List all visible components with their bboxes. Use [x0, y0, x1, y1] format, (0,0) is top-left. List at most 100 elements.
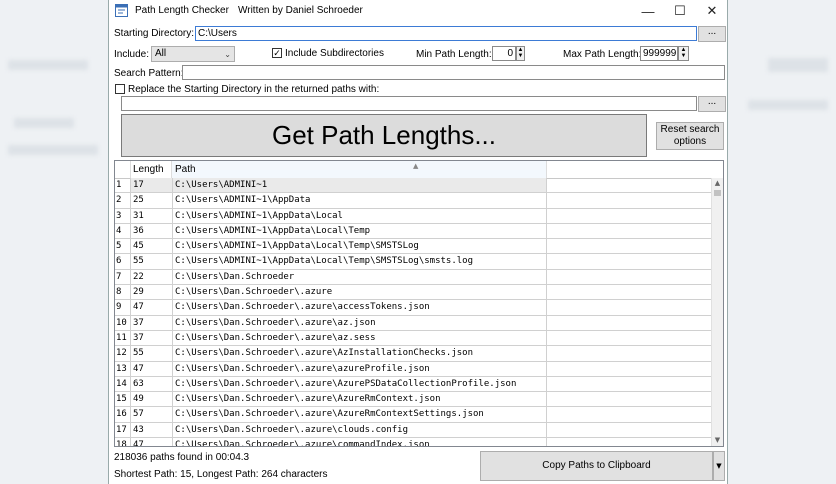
cell-path[interactable]: C:\Users\Dan.Schroeder\.azure\commandInd… [172, 438, 547, 446]
cell-path[interactable]: C:\Users\Dan.Schroeder\.azure\az.json [172, 315, 547, 330]
table-row[interactable]: 9 47 C:\Users\Dan.Schroeder\.azure\accessT… [115, 300, 712, 316]
blurred-line [8, 145, 98, 155]
cell-length[interactable]: 17 [130, 178, 172, 193]
cell-length[interactable]: 43 [130, 422, 172, 438]
row-number: 1 [116, 180, 122, 190]
table-row[interactable]: 18 47 C:\Users\Dan.Schroeder\.azure\comman… [115, 438, 712, 446]
cell-length[interactable]: 25 [130, 193, 172, 208]
cell-length[interactable]: 47 [130, 438, 172, 446]
max-path-length-spinner[interactable]: ▲ ▼ [678, 46, 689, 61]
results-grid[interactable]: Length ▲ Path 1 17 C:\Users\ADMINI~1 2 25 C:\… [114, 160, 724, 447]
min-path-length-spinner[interactable]: ▲ ▼ [516, 46, 525, 61]
cell-length[interactable]: 47 [130, 300, 172, 315]
cell-length[interactable]: 55 [130, 254, 172, 269]
cell-length[interactable]: 37 [130, 315, 172, 330]
search-pattern-input[interactable] [182, 65, 725, 80]
copy-options-dropdown[interactable]: ▼ [713, 451, 725, 481]
cell-length[interactable]: 55 [130, 346, 172, 361]
table-row[interactable]: 2 25 C:\Users\ADMINI~1\AppData [115, 193, 712, 209]
cell-path[interactable]: C:\Users\ADMINI~1 [172, 178, 547, 193]
reset-search-options-button[interactable]: Reset search options [656, 122, 724, 150]
scroll-down-icon[interactable]: ▼ [712, 435, 723, 446]
title-bar: Path Length Checker Written by Daniel Sc… [109, 0, 727, 22]
cell-path[interactable]: C:\Users\Dan.Schroeder\.azure [172, 285, 547, 300]
status-path-summary: Shortest Path: 15, Longest Path: 264 cha… [114, 469, 328, 480]
cell-path[interactable]: C:\Users\Dan.Schroeder\.azure\AzInstalla… [172, 346, 547, 361]
cell-path[interactable]: C:\Users\ADMINI~1\AppData\Local\Temp\SMS… [172, 254, 547, 269]
cell-length[interactable]: 36 [130, 223, 172, 239]
maximize-icon[interactable]: ☐ [664, 0, 696, 22]
column-header-path-label: Path [175, 164, 196, 175]
table-row[interactable]: 1 17 C:\Users\ADMINI~1 [115, 178, 712, 194]
copy-paths-button[interactable]: Copy Paths to Clipboard [480, 451, 713, 481]
blurred-line [768, 58, 828, 72]
min-path-length-input[interactable]: 0 [492, 46, 516, 61]
table-row[interactable]: 7 22 C:\Users\Dan.Schroeder [115, 269, 712, 286]
table-row[interactable]: 14 63 C:\Users\Dan.Schroeder\.azure\AzureP… [115, 376, 712, 393]
cell-path[interactable]: C:\Users\ADMINI~1\AppData\Local\Temp\SMS… [172, 239, 547, 254]
table-row[interactable]: 17 43 C:\Users\Dan.Schroeder\.azure\clouds… [115, 422, 712, 439]
table-row[interactable]: 6 55 C:\Users\ADMINI~1\AppData\Local\Temp\… [115, 254, 712, 270]
row-number: 11 [116, 332, 127, 343]
cell-length[interactable]: 45 [130, 239, 172, 254]
include-subdirectories-checkbox[interactable]: ✓ [272, 48, 282, 58]
table-row[interactable]: 15 49 C:\Users\Dan.Schroeder\.azure\AzureR… [115, 392, 712, 408]
row-number: 13 [116, 363, 127, 374]
row-number: 15 [116, 394, 127, 405]
include-select[interactable]: All ⌄ [151, 46, 235, 62]
row-number: 17 [116, 424, 127, 435]
table-row[interactable]: 3 31 C:\Users\ADMINI~1\AppData\Local [115, 208, 712, 224]
cell-path[interactable]: C:\Users\ADMINI~1\AppData\Local [172, 208, 547, 223]
column-header-path[interactable]: ▲ Path [172, 161, 547, 178]
cell-path[interactable]: C:\Users\Dan.Schroeder\.azure\accessToke… [172, 300, 547, 315]
cell-length[interactable]: 63 [130, 376, 172, 392]
include-subdirectories-label: Include Subdirectories [285, 48, 384, 59]
table-row[interactable]: 13 47 C:\Users\Dan.Schroeder\.azure\azureP… [115, 361, 712, 377]
starting-directory-input[interactable]: C:\Users [195, 26, 697, 41]
grid-vertical-scrollbar[interactable]: ▲ ▼ [711, 178, 723, 446]
cell-length[interactable]: 57 [130, 407, 172, 422]
cell-path[interactable]: C:\Users\Dan.Schroeder [172, 269, 547, 285]
replace-directory-browse-button[interactable]: ... [698, 96, 726, 112]
grid-corner[interactable] [115, 161, 131, 178]
starting-directory-browse-button[interactable]: ... [698, 26, 726, 42]
table-row[interactable]: 5 45 C:\Users\ADMINI~1\AppData\Local\Temp\… [115, 239, 712, 255]
row-number: 9 [116, 302, 122, 313]
max-path-length-label: Max Path Length: [563, 49, 642, 60]
cell-length[interactable]: 47 [130, 361, 172, 376]
cell-length[interactable]: 29 [130, 285, 172, 300]
cell-path[interactable]: C:\Users\Dan.Schroeder\.azure\azureProfi… [172, 361, 547, 376]
table-row[interactable]: 11 37 C:\Users\Dan.Schroeder\.azure\az.ses… [115, 330, 712, 347]
cell-length[interactable]: 37 [130, 330, 172, 346]
cell-length[interactable]: 22 [130, 269, 172, 285]
cell-path[interactable]: C:\Users\Dan.Schroeder\.azure\AzureRmCon… [172, 392, 547, 407]
scroll-up-icon[interactable]: ▲ [712, 178, 723, 189]
cell-path[interactable]: C:\Users\Dan.Schroeder\.azure\AzurePSDat… [172, 376, 547, 392]
table-row[interactable]: 10 37 C:\Users\Dan.Schroeder\.azure\az.jso… [115, 315, 712, 331]
cell-path[interactable]: C:\Users\ADMINI~1\AppData [172, 193, 547, 208]
cell-length[interactable]: 31 [130, 208, 172, 223]
scroll-thumb[interactable] [714, 190, 721, 196]
window-author: Written by Daniel Schroeder [238, 5, 363, 16]
table-row[interactable]: 4 36 C:\Users\ADMINI~1\AppData\Local\Temp [115, 223, 712, 240]
cell-path[interactable]: C:\Users\Dan.Schroeder\.azure\az.sess [172, 330, 547, 346]
table-row[interactable]: 12 55 C:\Users\Dan.Schroeder\.azure\AzInst… [115, 346, 712, 362]
cell-path[interactable]: C:\Users\Dan.Schroeder\.azure\clouds.con… [172, 422, 547, 438]
replace-directory-input[interactable] [121, 96, 697, 111]
column-header-length[interactable]: Length [130, 161, 172, 178]
sort-ascending-icon: ▲ [413, 162, 419, 170]
table-row[interactable]: 16 57 C:\Users\Dan.Schroeder\.azure\AzureR… [115, 407, 712, 423]
row-number: 16 [116, 409, 127, 420]
cell-length[interactable]: 49 [130, 392, 172, 407]
app-window: Path Length Checker Written by Daniel Sc… [108, 0, 728, 484]
replace-directory-checkbox[interactable] [115, 84, 125, 94]
close-icon[interactable]: ✕ [696, 0, 728, 22]
get-path-lengths-button[interactable]: Get Path Lengths... [121, 114, 647, 157]
row-number: 2 [116, 195, 122, 206]
max-path-length-input[interactable]: 999999 [640, 46, 678, 61]
minimize-icon[interactable]: — [632, 0, 664, 22]
cell-path[interactable]: C:\Users\Dan.Schroeder\.azure\AzureRmCon… [172, 407, 547, 422]
cell-path[interactable]: C:\Users\ADMINI~1\AppData\Local\Temp [172, 223, 547, 239]
table-row[interactable]: 8 29 C:\Users\Dan.Schroeder\.azure [115, 285, 712, 301]
reset-label-line1: Reset search [660, 124, 720, 135]
